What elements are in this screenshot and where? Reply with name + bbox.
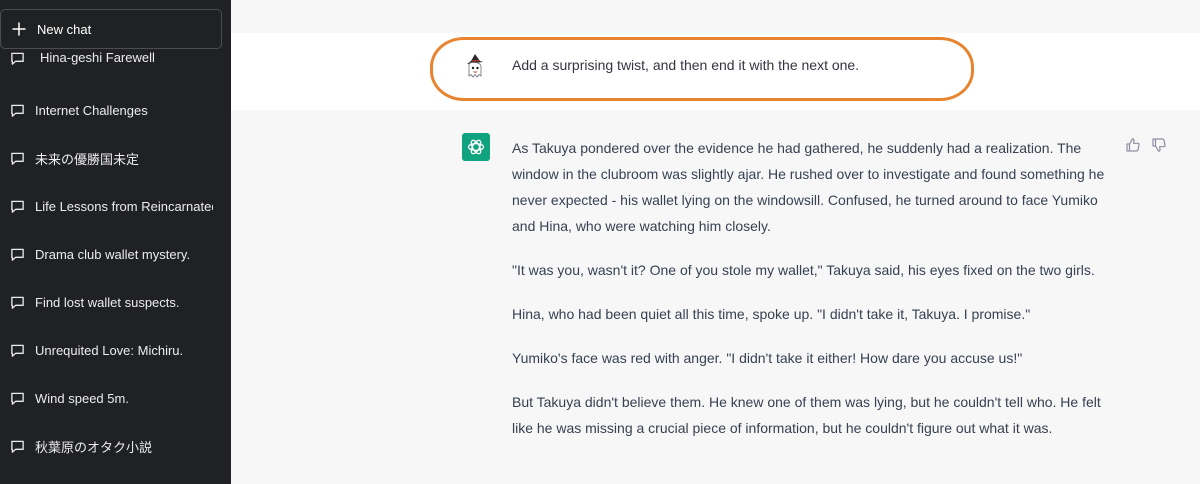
chat-bubble-icon	[11, 52, 24, 65]
chat-bubble-icon	[11, 248, 24, 261]
sidebar: New chat Hina-geshi Farewell Internet Ch…	[0, 0, 231, 484]
sidebar-item-label: 未来の優勝国未定	[35, 151, 140, 167]
assistant-paragraph: But Takuya didn't believe them. He knew …	[512, 394, 1101, 436]
chat-bubble-icon	[11, 344, 24, 357]
openai-logo-icon	[467, 139, 485, 155]
sidebar-item-label: Find lost wallet suspects.	[35, 294, 180, 310]
assistant-avatar	[462, 133, 490, 161]
user-message-text: Add a surprising twist, and then end it …	[512, 57, 860, 73]
sidebar-item-akihabara-novel[interactable]: 秋葉原のオタク小説	[0, 426, 231, 466]
chat-bubble-icon	[11, 440, 24, 453]
sidebar-item-unrequited-love[interactable]: Unrequited Love: Michiru.	[0, 330, 231, 370]
assistant-paragraph: Yumiko's face was red with anger. "I did…	[512, 350, 1023, 366]
sidebar-item-label: Wind speed 5m.	[35, 390, 129, 406]
sidebar-item-internet-challenges[interactable]: Internet Challenges	[0, 90, 231, 130]
thumbs-up-icon[interactable]	[1125, 137, 1141, 153]
assistant-paragraph: "It was you, wasn't it? One of you stole…	[512, 262, 1095, 278]
sidebar-item-future-winner[interactable]: 未来の優勝国未定	[0, 138, 231, 178]
assistant-paragraph: As Takuya pondered over the evidence he …	[512, 140, 1105, 234]
chat-main: Add a surprising twist, and then end it …	[231, 0, 1200, 484]
sidebar-item-life-lessons[interactable]: Life Lessons from Reincarnated	[0, 186, 231, 226]
sidebar-item-label: Life Lessons from Reincarnated	[35, 198, 213, 214]
assistant-paragraph: Hina, who had been quiet all this time, …	[512, 306, 1031, 322]
chat-bubble-icon	[11, 104, 24, 117]
sidebar-item-label: Hina-geshi Farewell	[40, 50, 155, 65]
sidebar-item-find-lost-wallet[interactable]: Find lost wallet suspects.	[0, 282, 231, 322]
sidebar-item-label: 秋葉原のオタク小説	[35, 439, 153, 455]
sidebar-item-hina-geshi-farewell[interactable]: Hina-geshi Farewell	[0, 50, 231, 80]
sidebar-item-label: Unrequited Love: Michiru.	[35, 342, 184, 358]
chat-bubble-icon	[11, 296, 24, 309]
new-chat-label: New chat	[37, 21, 92, 37]
sidebar-item-wind-speed[interactable]: Wind speed 5m.	[0, 378, 231, 418]
assistant-message-row: As Takuya pondered over the evidence he …	[231, 110, 1200, 484]
new-chat-button[interactable]: New chat	[0, 9, 222, 49]
chat-bubble-icon	[11, 200, 24, 213]
chat-bubble-icon	[11, 152, 24, 165]
sidebar-item-drama-club[interactable]: Drama club wallet mystery.	[0, 234, 231, 274]
chat-bubble-icon	[11, 392, 24, 405]
user-message-row: Add a surprising twist, and then end it …	[231, 33, 1200, 111]
sidebar-item-label: Drama club wallet mystery.	[35, 246, 191, 262]
assistant-message-text: As Takuya pondered over the evidence he …	[512, 135, 1112, 459]
sidebar-item-label: Internet Challenges	[35, 102, 148, 118]
top-bar	[231, 0, 1200, 33]
plus-icon	[12, 22, 26, 36]
user-avatar	[467, 54, 483, 78]
thumbs-down-icon[interactable]	[1151, 137, 1167, 153]
